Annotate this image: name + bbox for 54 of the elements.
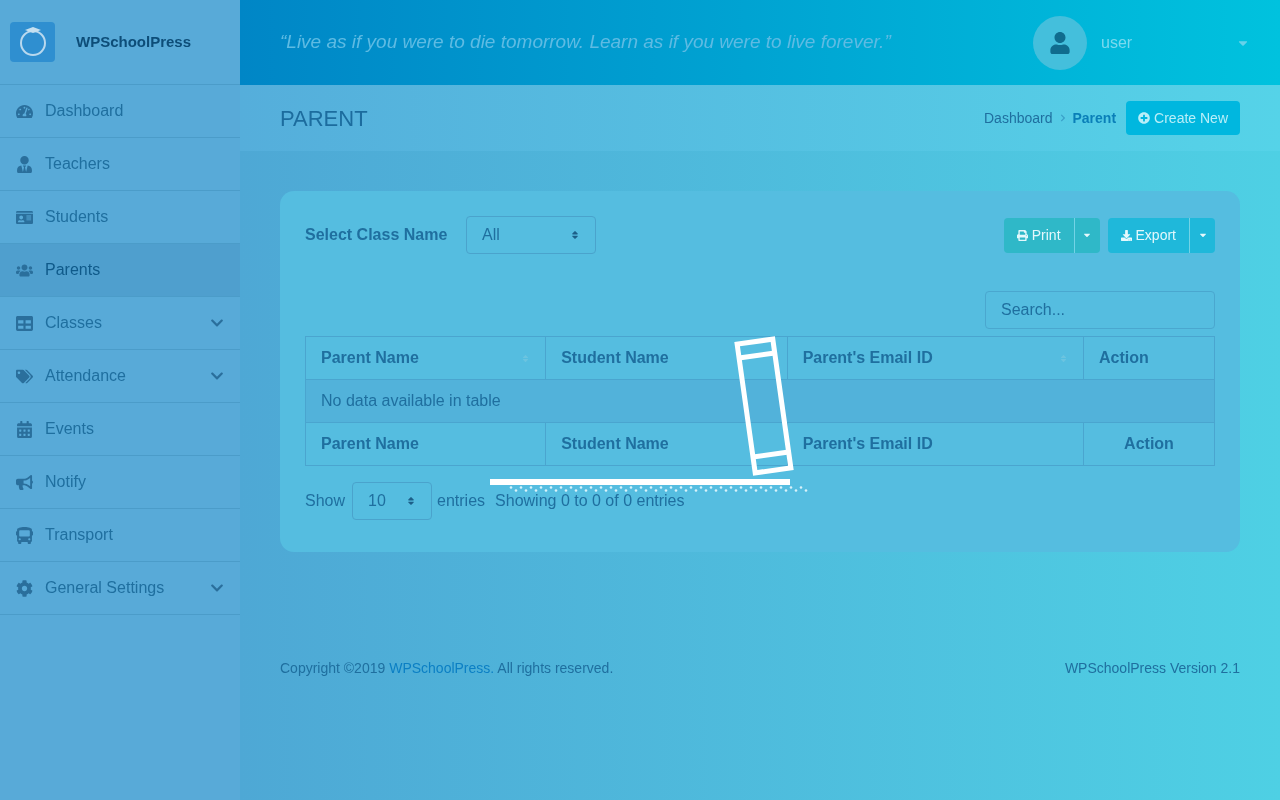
show-label: Show — [305, 491, 346, 511]
column-footer: Parent Name — [305, 422, 546, 466]
page-size-select[interactable]: 10 — [352, 482, 433, 520]
sidebar-label: General Settings — [45, 578, 166, 598]
column-footer: Action — [1083, 422, 1215, 466]
sidebar-label: Notify — [45, 472, 87, 492]
logo-icon — [10, 22, 55, 62]
quote-text: “Live as if you were to die tomorrow. Learn as if you were to live forever.” — [280, 30, 893, 55]
column-header[interactable]: Student Name — [545, 336, 788, 380]
tag-icon — [16, 367, 33, 385]
page-title: PARENT — [280, 104, 369, 133]
table-icon — [16, 314, 33, 332]
chevron-icon — [1058, 114, 1067, 122]
class-select[interactable]: All — [466, 216, 596, 254]
brand-name: WPSchoolPress — [76, 31, 192, 52]
bus-icon — [16, 526, 33, 544]
breadcrumb-link[interactable]: Parent — [1072, 107, 1117, 129]
sidebar-label: Attendance — [45, 366, 127, 386]
sidebar-label: Events — [45, 419, 95, 439]
sidebar-label: Parents — [45, 260, 102, 280]
version-text: WPSchoolPress Version 2.1 — [1064, 659, 1240, 678]
sidebar-label: Transport — [45, 525, 114, 545]
breadcrumb-link[interactable]: Dashboard — [984, 107, 1053, 129]
person-icon — [16, 155, 33, 173]
sidebar-label: Teachers — [45, 154, 111, 174]
create-new-button[interactable]: Create New — [1126, 101, 1240, 135]
brand-link[interactable]: WPSchoolPress. — [389, 660, 495, 676]
avatar-icon[interactable] — [1033, 15, 1087, 70]
column-header[interactable]: Action — [1083, 336, 1215, 380]
search-field[interactable]: Search... — [985, 291, 1215, 329]
entries-label: entries — [437, 491, 486, 511]
filter-label: Select Class Name — [305, 225, 449, 245]
entries-info: Showing 0 to 0 of 0 entries — [495, 491, 685, 511]
sidebar-label: Classes — [45, 313, 103, 333]
calendar-icon — [16, 420, 33, 438]
download-icon — [1120, 229, 1132, 241]
pencil-icon — [733, 335, 795, 478]
empty-message: No data available in table — [305, 379, 1215, 423]
sidebar-label: Students — [45, 207, 110, 227]
printer-icon — [1016, 229, 1028, 241]
column-header[interactable]: Parent Name — [305, 336, 546, 380]
copyright-text: Copyright ©2019 WPSchoolPress. All rights reserved. — [280, 659, 614, 678]
column-footer: Student Name — [545, 422, 788, 466]
settings-icon — [16, 579, 33, 597]
sort-icon — [406, 496, 417, 506]
gauge-icon — [16, 102, 33, 120]
column-header[interactable]: Parent's Email ID — [787, 336, 1084, 380]
user-name[interactable]: user — [1101, 30, 1236, 55]
megaphone-icon — [16, 473, 33, 491]
sidebar-item[interactable]: Parents — [0, 244, 240, 297]
sidebar-label: Dashboard — [45, 101, 125, 121]
plus-icon — [1138, 112, 1151, 124]
id-card-icon — [16, 208, 33, 226]
sort-icon — [570, 230, 580, 240]
